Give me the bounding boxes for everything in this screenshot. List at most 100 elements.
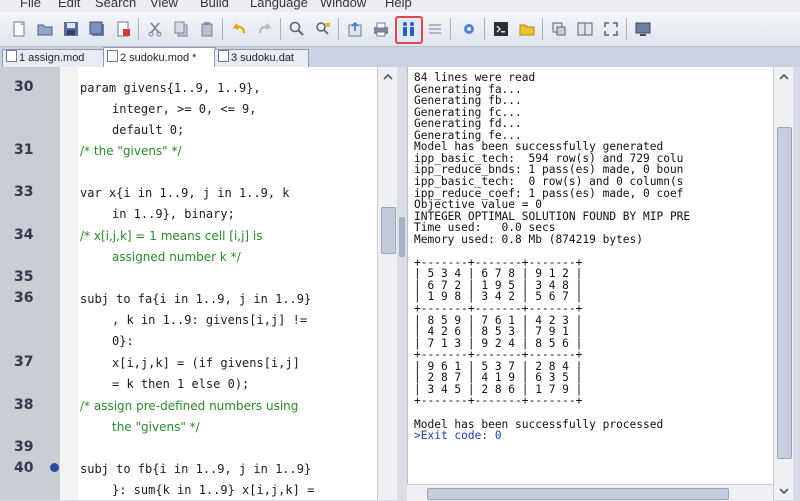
tab-assign-mod[interactable]: 1 assign.mod <box>2 49 105 67</box>
line-number: 40 <box>14 460 34 476</box>
output-line: Generating fd... <box>414 117 522 131</box>
horizontal-scrollbar-thumb[interactable] <box>427 488 729 500</box>
tab-sudoku-mod[interactable]: 2 sudoku.mod * <box>103 47 216 68</box>
grid-icon[interactable] <box>424 18 446 40</box>
line-number: 34 <box>14 227 34 243</box>
code-comment: /* the "givens" */ <box>80 144 182 158</box>
menu-help[interactable]: Help <box>385 0 412 10</box>
menu-view[interactable]: View <box>150 0 178 10</box>
copy-icon[interactable] <box>170 18 192 40</box>
editor-scrollbar-thumb[interactable] <box>381 207 396 254</box>
code-line: }: sum{k in 1..9} x[i,j,k] = <box>112 483 315 497</box>
line-number: 33 <box>14 184 34 200</box>
scroll-up-icon[interactable] <box>778 71 790 83</box>
terminal-icon[interactable] <box>490 18 512 40</box>
run-model-icon[interactable] <box>395 16 423 44</box>
code-comment: assigned number k */ <box>112 250 241 264</box>
menu-window[interactable]: Window <box>320 0 366 10</box>
print-icon[interactable] <box>370 18 392 40</box>
output-scrollbar-thumb[interactable] <box>777 127 792 459</box>
code-line: in 1..9}, binary; <box>112 207 235 221</box>
toolbar-separator <box>280 18 281 40</box>
tab-label: 3 sudoku.dat <box>231 52 294 64</box>
code-line: param givens{1..9, 1..9}, <box>80 81 261 95</box>
tab-sudoku-dat[interactable]: 3 sudoku.dat <box>214 49 309 67</box>
output-line: Time used: 0.0 secs <box>414 221 556 235</box>
window-icon[interactable] <box>548 18 570 40</box>
toolbar-separator <box>222 18 223 40</box>
toolbar-separator <box>138 18 139 40</box>
split-view-icon[interactable] <box>574 18 596 40</box>
code-line: subj to fb{i in 1..9, j in 1..9} <box>80 462 312 476</box>
file-icon <box>218 50 229 62</box>
output-line: | 4 2 6 | 8 5 3 | 7 9 1 | <box>414 325 583 339</box>
save-icon[interactable] <box>60 18 82 40</box>
output-line: Memory used: 0.8 Mb (874219 bytes) <box>414 232 644 246</box>
pane-splitter[interactable] <box>397 67 407 500</box>
output-line: +-------+-------+-------+ <box>414 302 583 315</box>
code-line: subj to fa{i in 1..9, j in 1..9} <box>80 292 312 306</box>
line-number: 36 <box>14 290 34 306</box>
output-horizontal-scrollbar[interactable] <box>407 484 773 501</box>
toolbar-separator <box>542 18 543 40</box>
toolbar-separator <box>626 18 627 40</box>
tab-label: 2 sudoku.mod * <box>120 52 197 64</box>
save-all-icon[interactable] <box>86 18 108 40</box>
export-icon[interactable] <box>344 18 366 40</box>
find-icon[interactable] <box>286 18 308 40</box>
menu-edit[interactable]: Edit <box>58 0 80 10</box>
output-line: Objective value = 0 <box>414 198 542 212</box>
undo-icon[interactable] <box>228 18 250 40</box>
code-comment: /* x[i,j,k] = 1 means cell [i,j] is <box>80 229 263 243</box>
menu-build[interactable]: Build <box>200 0 229 10</box>
code-line: = k then 1 else 0); <box>112 377 250 391</box>
toolbar-separator <box>484 18 485 40</box>
line-number: 31 <box>14 142 34 158</box>
folder-icon[interactable] <box>516 18 538 40</box>
new-file-icon[interactable] <box>8 18 30 40</box>
line-number: 35 <box>14 269 34 285</box>
code-line: integer, >= 0, <= 9, <box>112 102 257 116</box>
find-replace-icon[interactable] <box>312 18 334 40</box>
close-file-icon[interactable] <box>112 18 134 40</box>
redo-icon[interactable] <box>254 18 276 40</box>
open-folder-icon[interactable] <box>34 18 56 40</box>
line-number: 30 <box>14 79 34 95</box>
breakpoint-marker-icon[interactable] <box>50 463 59 472</box>
code-editor[interactable]: 30 31 33 34 35 36 37 38 39 40 param give… <box>0 67 383 500</box>
menu-file[interactable]: File <box>20 0 41 10</box>
fold-margin <box>60 67 78 500</box>
window-border <box>793 67 800 500</box>
output-line: >Exit code: 0 <box>414 429 502 443</box>
file-icon <box>6 50 17 62</box>
paste-icon[interactable] <box>196 18 218 40</box>
scroll-down-icon[interactable] <box>778 485 790 497</box>
fullscreen-icon[interactable] <box>600 18 622 40</box>
toolbar <box>0 12 800 47</box>
code-line: x[i,j,k] = (if givens[i,j] <box>112 356 300 370</box>
code-comment: the "givens" */ <box>112 420 200 434</box>
menu-search[interactable]: Search <box>95 0 136 10</box>
output-line: ipp_basic_tech: 0 row(s) and 0 column(s <box>414 174 684 188</box>
menu-bar: File Edit Search View Build Language Win… <box>0 0 800 12</box>
tab-label: 1 assign.mod <box>19 52 85 64</box>
settings-icon[interactable] <box>458 18 480 40</box>
output-line: +-------+-------+-------+ <box>414 348 583 362</box>
editor-scrollbar[interactable] <box>377 67 398 500</box>
menu-language[interactable]: Language <box>250 0 308 10</box>
code-line: 0}: <box>112 334 134 348</box>
monitor-icon[interactable] <box>632 18 654 40</box>
toolbar-separator <box>450 18 451 40</box>
output-pane[interactable]: 84 lines were read Generating fa... Genera… <box>407 67 774 500</box>
line-number: 39 <box>14 439 34 455</box>
output-line: Generating fb... <box>414 94 522 108</box>
scroll-up-icon[interactable] <box>382 71 394 83</box>
splitter-grip[interactable] <box>399 217 405 257</box>
cut-icon[interactable] <box>144 18 166 40</box>
code-line: , k in 1..9: givens[i,j] != <box>112 313 308 327</box>
line-number: 37 <box>14 354 34 370</box>
code-line: var x{i in 1..9, j in 1..9, k <box>80 186 290 200</box>
file-icon <box>107 50 118 62</box>
code-line: default 0; <box>112 123 185 137</box>
output-scrollbar[interactable] <box>773 67 794 500</box>
